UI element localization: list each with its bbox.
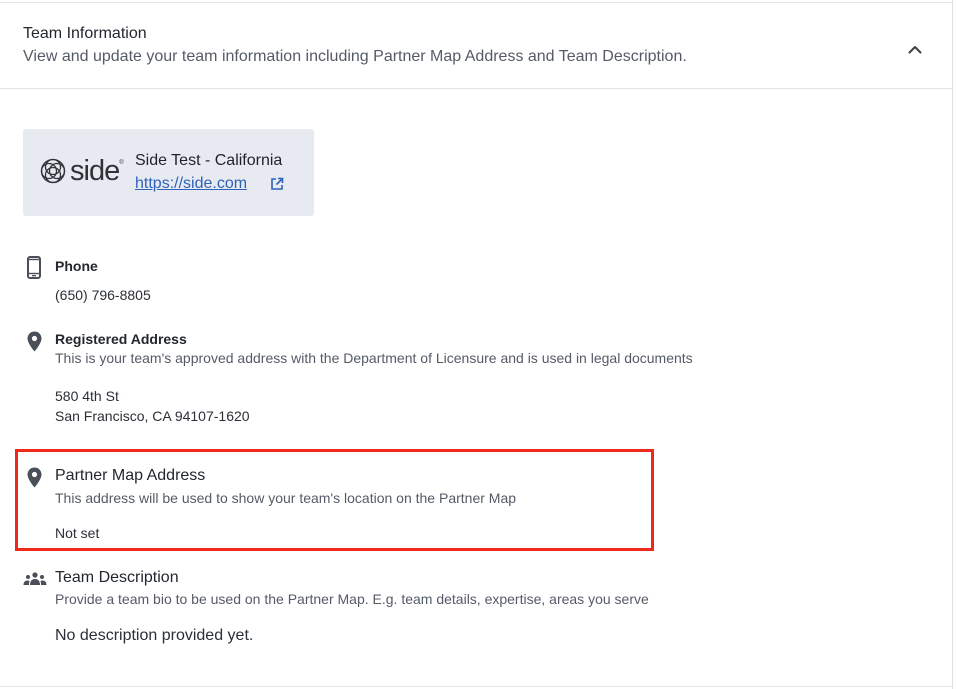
map-pin-icon — [27, 331, 42, 352]
partner-map-address-description: This address will be used to show your t… — [55, 490, 517, 506]
registered-address-label: Registered Address — [55, 331, 187, 347]
bottom-divider — [0, 686, 953, 687]
section-subtitle: View and update your team information in… — [23, 48, 687, 65]
team-information-panel: Team Information View and update your te… — [0, 0, 953, 689]
team-website-link[interactable]: https://side.com — [135, 175, 247, 193]
team-card: side® Side Test - California https://sid… — [23, 129, 314, 216]
section-title: Team Information — [23, 25, 147, 42]
external-link-icon[interactable] — [270, 177, 284, 191]
map-pin-icon — [27, 467, 42, 488]
section-header[interactable]: Team Information View and update your te… — [0, 3, 952, 89]
side-logo: side® — [39, 153, 124, 189]
chevron-up-icon — [908, 45, 922, 53]
side-logo-mark-icon — [40, 158, 66, 184]
logo-wordmark: side® — [70, 154, 124, 187]
registered-address-line2: San Francisco, CA 94107-1620 — [55, 408, 250, 424]
registered-address-description: This is your team's approved address wit… — [55, 350, 693, 366]
phone-label: Phone — [55, 258, 98, 274]
team-description-label: Team Description — [55, 569, 179, 586]
team-description-hint: Provide a team bio to be used on the Par… — [55, 591, 649, 607]
team-description-value: No description provided yet. — [55, 627, 254, 644]
partner-map-address-label: Partner Map Address — [55, 467, 206, 484]
people-group-icon — [23, 572, 47, 585]
registered-address-line1: 580 4th St — [55, 388, 119, 404]
phone-icon — [27, 256, 41, 279]
partner-map-address-value: Not set — [55, 525, 100, 541]
collapse-button[interactable] — [902, 36, 928, 62]
phone-value: (650) 796-8805 — [55, 287, 151, 303]
team-name: Side Test - California — [135, 152, 283, 169]
